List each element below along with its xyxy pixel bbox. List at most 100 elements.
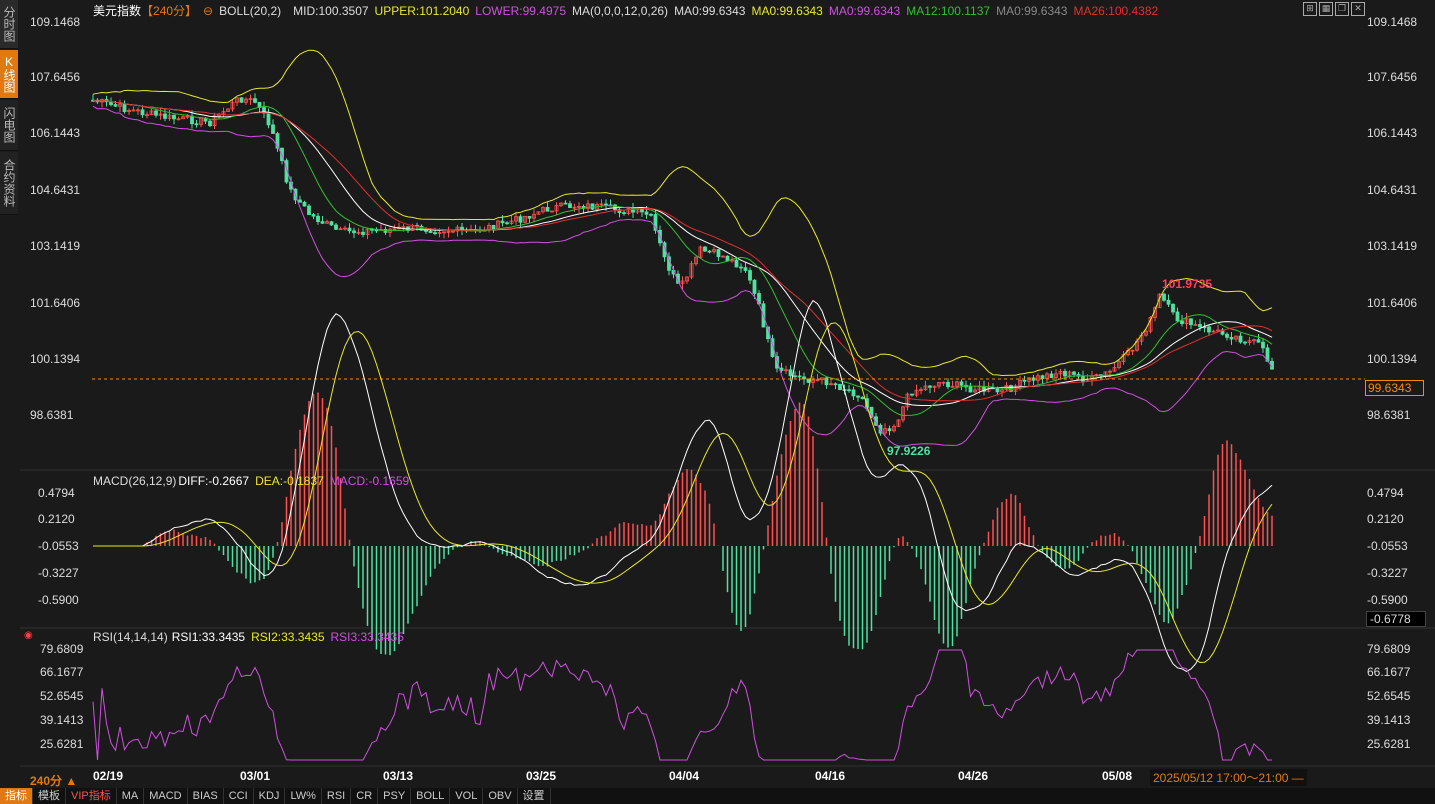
toolbar-item-4[interactable]: MACD <box>144 788 188 804</box>
restore-icon[interactable]: ❐ <box>1335 2 1349 16</box>
macd-tick-left: -0.5900 <box>38 593 79 607</box>
candle-body <box>1049 373 1054 378</box>
candle-body <box>424 229 428 232</box>
candle-body <box>1207 326 1211 333</box>
candle-body <box>734 259 739 268</box>
candle-body <box>1040 375 1045 379</box>
ma0-purple: MA0:99.6343 <box>828 4 901 18</box>
candle-body <box>644 211 649 215</box>
candle-body <box>1243 341 1247 344</box>
boll-mid-line <box>92 99 1273 407</box>
toolbar-item-7[interactable]: KDJ <box>254 788 286 804</box>
candle-body <box>1198 324 1202 328</box>
date-tick: 05/08 <box>1102 769 1133 783</box>
candle-body <box>172 114 176 120</box>
candle-body <box>320 221 325 224</box>
period-button[interactable]: 240分 ▲ <box>30 772 77 789</box>
macd-dea: DEA:-0.1837 <box>255 474 324 488</box>
rsi-tick-left: 39.1413 <box>40 713 84 727</box>
candle-body <box>739 266 743 269</box>
candle-body <box>433 232 437 234</box>
price-tick-right: 107.6456 <box>1367 70 1418 84</box>
price-tick-left: 98.6381 <box>30 408 74 422</box>
candle-body <box>347 227 352 232</box>
date-tick: 03/13 <box>383 769 414 783</box>
kline-chart[interactable] <box>0 0 1435 804</box>
rsi-legend: RSI(14,14,14) RSI1:33.3435 RSI2:33.3435 RSI… <box>93 630 410 644</box>
ma12-line <box>92 99 1273 417</box>
high-label: 101.9735 <box>1162 277 1213 291</box>
toolbar-item-1[interactable]: 模板 <box>33 788 66 804</box>
layout-icon[interactable]: ⊞ <box>1303 2 1317 16</box>
candle-body <box>788 369 793 377</box>
rsi-tick-right: 25.6281 <box>1367 737 1411 751</box>
toolbar-item-2[interactable]: VIP指标 <box>66 788 117 804</box>
candle-body <box>154 110 158 116</box>
toolbar-item-14[interactable]: OBV <box>483 788 518 804</box>
candle-body <box>725 255 730 262</box>
boll-lower-line <box>92 105 1273 447</box>
macd-tick-right: -0.0553 <box>1367 539 1408 553</box>
macd-current-tag: -0.6778 <box>1366 611 1426 627</box>
rsi-tick-left: 25.6281 <box>40 737 84 751</box>
candle-body <box>1063 370 1067 377</box>
candle-body <box>1072 371 1076 375</box>
candle-body <box>847 389 851 392</box>
candle-body <box>505 222 509 225</box>
macd-label: MACD(26,12,9) <box>93 474 177 488</box>
toolbar-item-5[interactable]: BIAS <box>188 788 224 804</box>
candle-body <box>266 112 271 126</box>
close-icon[interactable]: ✕ <box>1351 2 1365 16</box>
candle-body <box>428 230 433 233</box>
toolbar-item-3[interactable]: MA <box>117 788 145 804</box>
toolbar-item-8[interactable]: LW% <box>285 788 322 804</box>
toolbar-item-12[interactable]: BOLL <box>411 788 451 804</box>
candle-body <box>887 428 892 432</box>
candle-body <box>374 229 379 232</box>
rsi-marker-icon: ◉ <box>24 630 33 641</box>
toolbar-item-6[interactable]: CCI <box>224 788 254 804</box>
candle-body <box>1261 341 1265 349</box>
candle-body <box>329 221 334 226</box>
symbol-name: 美元指数 <box>93 4 142 18</box>
price-tick-right: 109.1468 <box>1367 15 1418 29</box>
macd-tick-right: -0.5900 <box>1367 593 1408 607</box>
settings-icon[interactable]: ⊖ <box>203 4 213 18</box>
candle-body <box>500 220 505 224</box>
candle-body <box>563 202 568 205</box>
date-tick: 04/04 <box>669 769 700 783</box>
period-label: 【240分】 <box>141 4 198 18</box>
toolbar-item-11[interactable]: PSY <box>378 788 412 804</box>
tile-icon[interactable]: ▦ <box>1319 2 1333 16</box>
candle-body <box>1256 339 1261 343</box>
ma-label: MA(0,0,0,12,0,26) <box>572 4 669 18</box>
toolbar-item-9[interactable]: RSI <box>322 788 352 804</box>
rsi-tick-left: 79.6809 <box>40 642 84 656</box>
candle-body <box>1225 333 1229 338</box>
candle-body <box>271 124 275 134</box>
price-tick-right: 103.1419 <box>1367 239 1418 253</box>
rsi1-value: RSI1:33.3435 <box>171 630 246 644</box>
candle-body <box>743 267 748 271</box>
candle-body <box>307 205 311 215</box>
price-tick-left: 103.1419 <box>30 239 81 253</box>
toolbar-item-10[interactable]: CR <box>351 788 379 804</box>
candle-body <box>622 212 626 214</box>
price-tick-right: 104.6431 <box>1367 183 1418 197</box>
rsi-tick-left: 52.6545 <box>40 689 84 703</box>
macd-diff: DIFF:-0.2667 <box>178 474 250 488</box>
ma26-line <box>92 99 1273 402</box>
rsi3-value: RSI3:33.3435 <box>330 630 404 644</box>
candle-body <box>1229 336 1234 340</box>
ma26-value: MA26:100.4382 <box>1073 4 1159 18</box>
toolbar-item-0[interactable]: 指标 <box>0 788 33 804</box>
candle-body <box>545 207 550 212</box>
candle-body <box>1171 303 1175 313</box>
candle-body <box>140 109 145 116</box>
toolbar-item-15[interactable]: 设置 <box>518 788 551 804</box>
macd-value: MACD:-0.1659 <box>329 474 410 488</box>
rsi2-value: RSI2:33.3435 <box>251 630 325 644</box>
toolbar-item-13[interactable]: VOL <box>450 788 484 804</box>
rsi-tick-right: 66.1677 <box>1367 665 1411 679</box>
candle-body <box>995 388 1000 393</box>
